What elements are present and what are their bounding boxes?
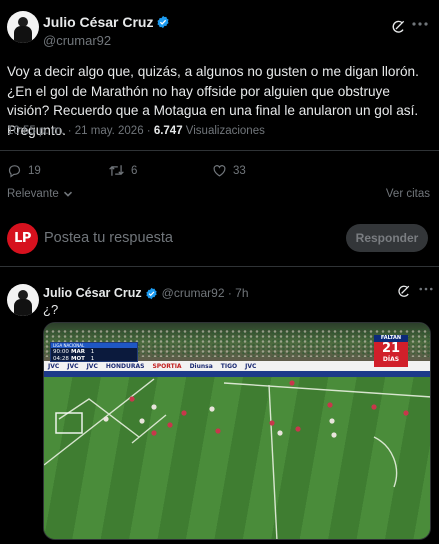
ad-board: JVC — [67, 362, 79, 370]
grok-icon[interactable] — [390, 19, 406, 35]
user-avatar[interactable]: LP — [7, 223, 38, 254]
ad-board: Diunsa — [189, 362, 213, 370]
sort-relevance-dropdown[interactable]: Relevante — [7, 188, 73, 200]
ad-board: JVC — [86, 362, 98, 370]
tweet-timestamp[interactable]: 10:55 p. m. · 21 may. 2026 · — [7, 125, 154, 137]
ad-board: JVC — [48, 362, 60, 370]
author-avatar[interactable] — [7, 11, 39, 43]
ad-board: JVC — [245, 362, 257, 370]
like-count: 33 — [233, 164, 246, 177]
reply-submit-button[interactable]: Responder — [346, 224, 428, 252]
match-scorebug: LIGA NACIONAL 90:00 MAR 1 04:28 MOT 1 — [50, 342, 138, 362]
reply-input[interactable]: Postea tu respuesta — [44, 230, 173, 246]
divider — [0, 266, 439, 267]
scorebug-team: MAR — [71, 348, 85, 355]
reply-count: 19 — [28, 164, 41, 177]
view-quotes-link[interactable]: Ver citas — [386, 188, 430, 200]
grok-icon[interactable] — [396, 284, 411, 299]
reply-button[interactable]: 19 — [7, 163, 41, 178]
scorebug-score: 1 — [90, 355, 95, 362]
ad-board: SPORTIA — [152, 362, 182, 370]
quoted-tweet-header: Julio César Cruz @crumar92 · 7h — [43, 285, 433, 301]
chevron-down-icon — [63, 190, 73, 198]
countdown-badge: FALTAN 21 DÍAS — [374, 335, 408, 367]
scorebug-time: 04:28 — [53, 355, 69, 362]
author-display-name[interactable]: Julio César Cruz — [43, 14, 153, 30]
quoted-author-avatar[interactable] — [7, 284, 39, 316]
repost-button[interactable]: 6 — [108, 163, 137, 178]
author-names: Julio César Cruz @crumar92 — [43, 14, 170, 48]
ad-board: TIGO — [220, 362, 238, 370]
sort-label: Relevante — [7, 188, 59, 200]
views-label: Visualizaciones — [182, 125, 265, 137]
main-tweet-header: Julio César Cruz @crumar92 — [7, 11, 432, 53]
reply-icon — [7, 163, 22, 178]
ad-board: HONDURAS — [105, 362, 145, 370]
scorebug-time: 90:00 — [53, 348, 69, 355]
more-icon[interactable] — [412, 21, 428, 27]
countdown-bottom: DÍAS — [382, 356, 400, 363]
football-pitch — [44, 377, 430, 539]
more-icon[interactable] — [419, 286, 433, 292]
like-icon — [212, 163, 227, 178]
scorebug-score: 1 — [90, 348, 95, 355]
divider — [0, 150, 439, 151]
verified-badge-icon — [156, 15, 170, 29]
tweet-media-image[interactable]: JVC JVC JVC HONDURAS SPORTIA Diunsa TIGO… — [43, 322, 431, 540]
views-count: 6.747 — [153, 125, 183, 137]
tweet-meta: 10:55 p. m. · 21 may. 2026 · 6.747 Visua… — [7, 125, 265, 137]
countdown-number: 21 — [381, 341, 401, 356]
scorebug-team: MOT — [71, 355, 85, 362]
quoted-tweet-text: ¿? — [43, 302, 59, 317]
quoted-author-handle-time[interactable]: @crumar92 · 7h — [162, 286, 249, 300]
verified-badge-icon — [145, 287, 158, 300]
action-bar: 19 6 33 — [7, 163, 427, 181]
quoted-author-name[interactable]: Julio César Cruz — [43, 286, 142, 300]
reply-composer: LP Postea tu respuesta Responder — [7, 223, 432, 255]
ad-boards: JVC JVC JVC HONDURAS SPORTIA Diunsa TIGO… — [44, 361, 430, 371]
like-button[interactable]: 33 — [212, 163, 246, 178]
repost-icon — [108, 163, 125, 178]
reply-sort-row: Relevante Ver citas — [7, 188, 432, 202]
repost-count: 6 — [131, 164, 138, 177]
author-handle[interactable]: @crumar92 — [43, 33, 170, 48]
